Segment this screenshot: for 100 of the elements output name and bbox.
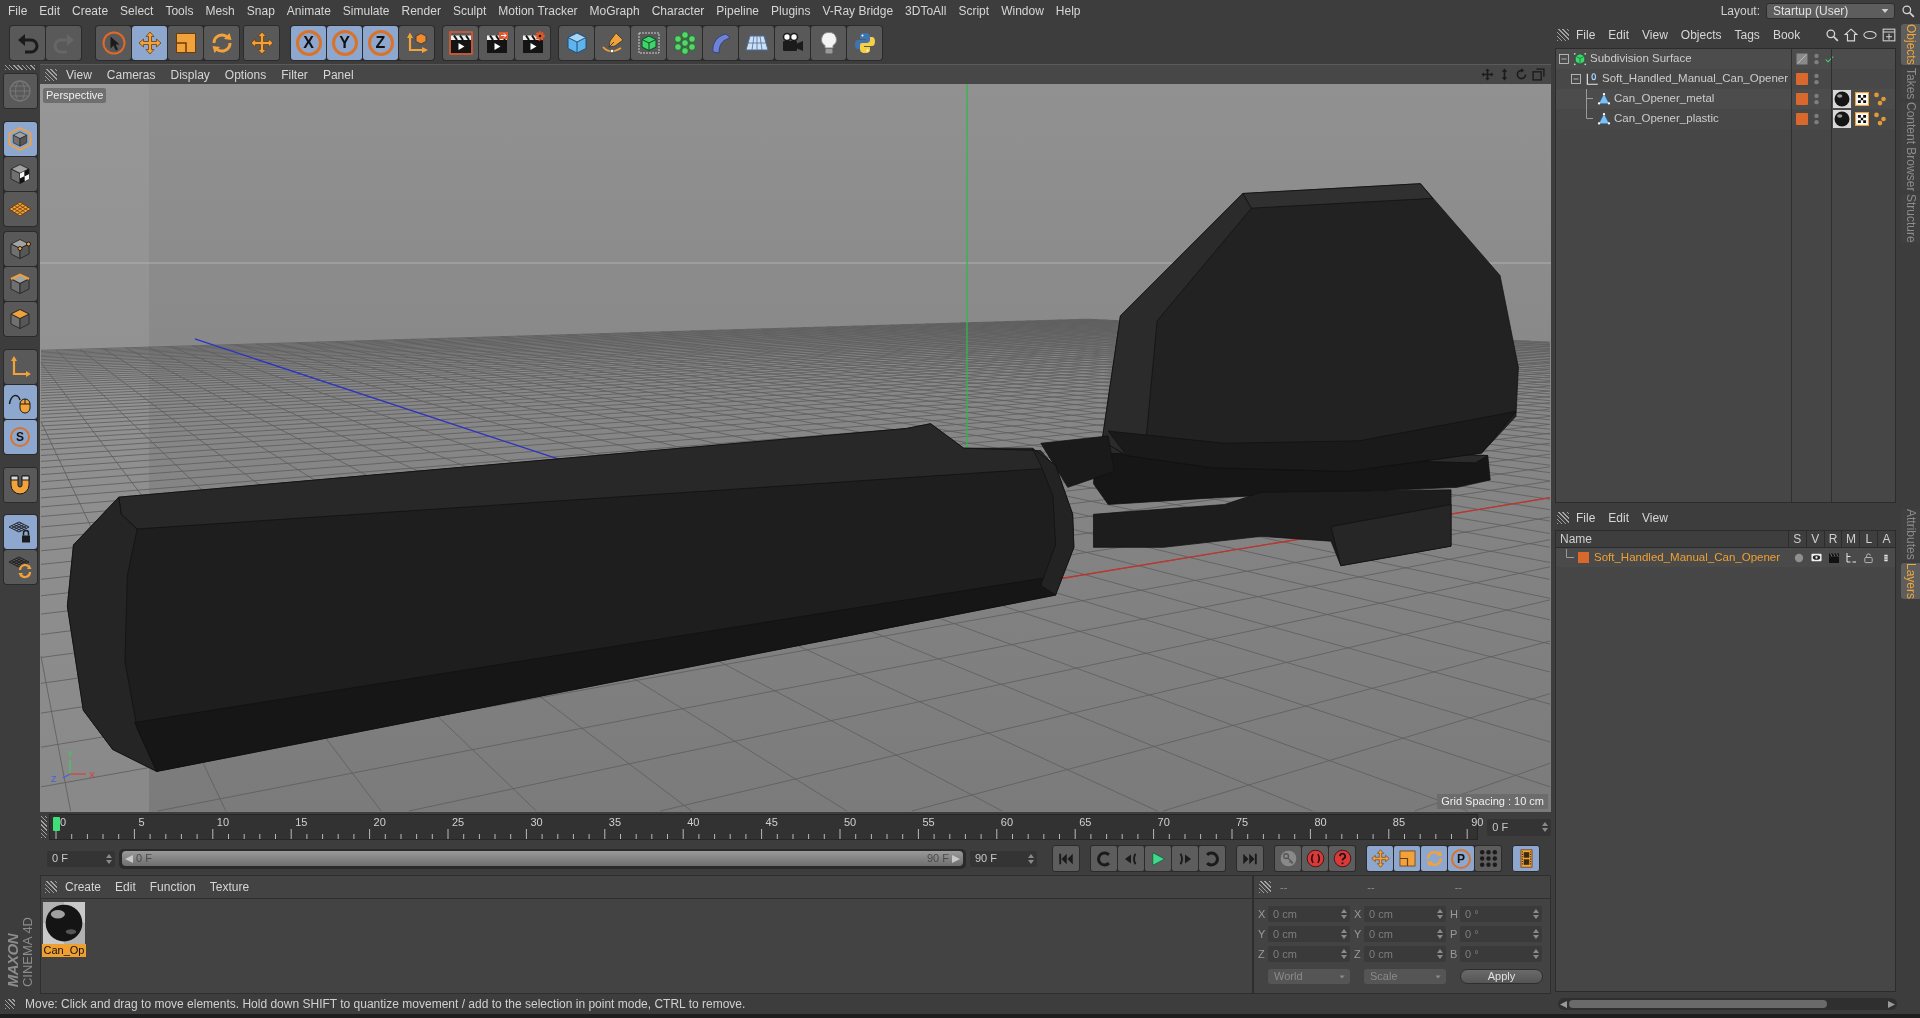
transform-tool-button[interactable] [243,24,280,61]
menu-item[interactable]: Select [120,4,154,17]
tweak-mode-button[interactable] [3,385,37,419]
search-button[interactable] [1824,27,1839,42]
menu-item[interactable]: Function [149,881,196,893]
menu-item[interactable]: View [1642,511,1668,524]
axis-mode-button[interactable] [3,350,37,384]
key-parameter-button[interactable]: P [1448,846,1474,871]
object-row[interactable]: Can_Opener_metal [1556,89,1895,109]
menu-item[interactable]: Create [65,881,102,893]
material-item[interactable]: Can_Op [42,902,86,957]
key-points-button[interactable] [1475,846,1501,871]
y-axis-lock-button[interactable]: Y [327,25,362,60]
undo-button[interactable] [10,25,45,60]
new-panel-button[interactable] [1881,27,1896,42]
menu-item[interactable]: File [1576,511,1596,524]
menu-item[interactable]: MoGraph [589,4,640,17]
viewport-menu-item[interactable]: Options [224,68,267,81]
model-mode-button[interactable] [3,122,37,156]
layer-row[interactable]: Soft_Handled_Manual_Can_Opener [1556,548,1895,567]
search-button[interactable] [1900,2,1916,19]
record-button[interactable] [1302,846,1328,871]
pen-tool-button[interactable] [595,25,630,60]
key-scale-button[interactable] [1394,846,1420,871]
loop-back-button[interactable] [1091,846,1117,871]
subdivision-button[interactable] [631,25,666,60]
script-button[interactable] [847,25,882,60]
cloner-button[interactable] [667,25,702,60]
menu-item[interactable]: Edit [1608,28,1630,41]
cube-object-button[interactable] [559,25,594,60]
object-row[interactable]: Subdivision Surface [1556,49,1895,69]
x-axis-lock-button[interactable]: X [291,25,326,60]
menu-item[interactable]: File [1576,28,1596,41]
playhead-marker[interactable] [52,817,60,831]
menu-item[interactable]: Render [401,4,441,17]
menu-item[interactable]: Book [1772,28,1801,41]
viewport-menu-item[interactable]: Filter [281,68,308,81]
scrollbar-thumb[interactable] [1569,1000,1827,1008]
menu-item[interactable]: Animate [286,4,331,17]
move-tool-button[interactable] [132,25,167,60]
viewport-menu-item[interactable]: Cameras [106,68,156,81]
layer-swatch-icon[interactable] [1796,93,1808,105]
menu-item[interactable]: V-Ray Bridge [822,4,894,17]
z-axis-lock-button[interactable]: Z [363,25,398,60]
menu-item[interactable]: Objects [1680,28,1722,41]
viewport-menu-item[interactable]: View [66,68,92,81]
camera-button[interactable] [775,25,810,60]
menu-item[interactable]: File [8,4,28,17]
menu-item[interactable]: Help [1055,4,1081,17]
render-picture-button[interactable] [479,25,514,60]
menu-item[interactable]: Mesh [205,4,235,17]
menu-item[interactable]: Plugins [771,4,811,17]
magnet-button[interactable] [2,467,38,503]
menu-item[interactable]: Tags [1734,28,1760,41]
points-mode-button[interactable] [3,232,37,266]
end-frame-field[interactable]: 90 F [970,850,1037,867]
edges-mode-button[interactable] [3,267,37,301]
menu-item[interactable]: Edit [1608,511,1630,524]
menu-item[interactable]: Create [72,4,109,17]
layout-dropdown[interactable]: Startup (User) [1766,2,1895,19]
apply-button[interactable]: Apply [1460,969,1543,984]
help-button[interactable] [1329,846,1355,871]
menu-item[interactable]: Snap [246,4,275,17]
menu-item[interactable]: Tools [165,4,194,17]
viewport-menu-item[interactable]: Panel [322,68,354,81]
loop-forward-button[interactable] [1199,846,1225,871]
menu-item[interactable]: Edit [39,4,61,17]
last-frame-button[interactable] [1236,845,1264,872]
floor-button[interactable] [739,25,774,60]
menu-item[interactable]: Script [958,4,990,17]
coordinate-system-button[interactable] [399,25,434,60]
workplane-align-button[interactable] [3,550,37,584]
menu-item[interactable]: View [1642,28,1668,41]
snap-button[interactable]: S [3,420,37,454]
current-frame-field[interactable]: 0 F [1487,818,1551,836]
timeline-button[interactable] [1512,845,1540,872]
deformer-button[interactable] [703,25,738,60]
rotate-tool-button[interactable] [204,25,239,60]
layer-swatch-icon[interactable] [1796,113,1808,125]
viewport-menu-item[interactable]: Display [170,68,210,81]
menu-item[interactable]: Edit [115,881,136,893]
menu-item[interactable]: Character [651,4,705,17]
menu-item[interactable]: Window [1001,4,1044,17]
first-frame-button[interactable] [1052,845,1080,872]
menu-item[interactable]: Simulate [342,4,390,17]
menu-item[interactable]: Motion Tracker [498,4,578,17]
next-frame-button[interactable] [1172,846,1198,871]
scale-tool-button[interactable] [168,25,203,60]
light-button[interactable] [811,25,846,60]
polygons-mode-button[interactable] [3,302,37,336]
menu-item[interactable]: 3DToAll [905,4,947,17]
workplane-mode-button[interactable] [3,192,37,226]
render-view-button[interactable] [443,25,478,60]
play-button[interactable] [1145,846,1171,871]
horizontal-scrollbar[interactable] [1558,998,1897,1010]
texture-mode-button[interactable] [3,157,37,191]
render-settings-button[interactable] [515,25,550,60]
home-button[interactable] [1843,27,1858,42]
menu-item[interactable]: Texture [209,881,250,893]
menu-item[interactable]: Pipeline [716,4,760,17]
